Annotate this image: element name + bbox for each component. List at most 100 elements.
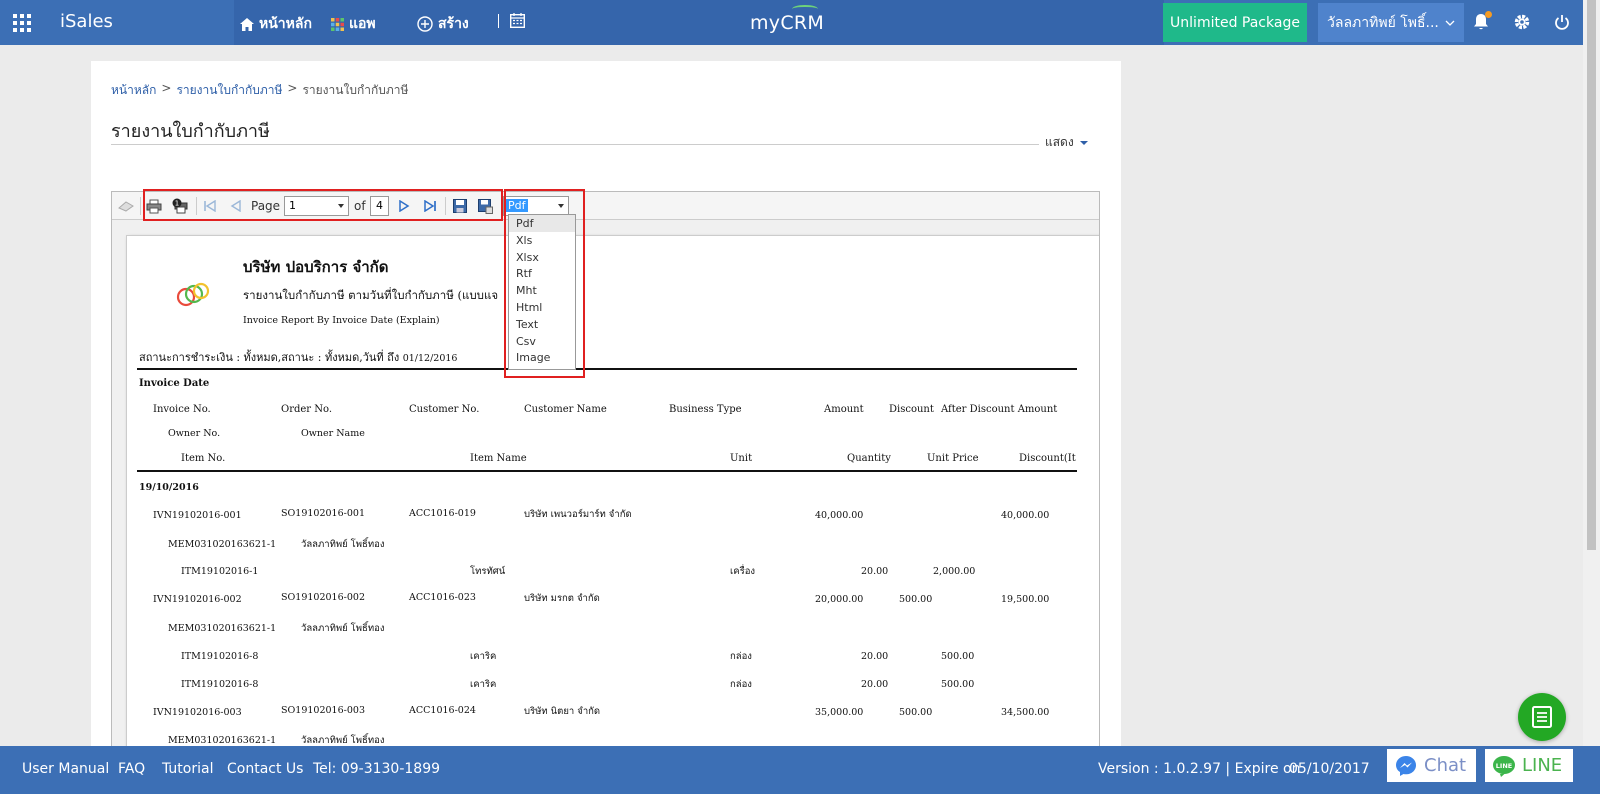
report-viewer: 1 Page 1 of 4 Pdf บริษัท ปอบริการ จำกัด … — [111, 191, 1100, 794]
nav-create[interactable]: สร้าง — [417, 13, 469, 35]
app-launcher-icon[interactable] — [0, 0, 44, 45]
toggle-params-icon[interactable] — [118, 198, 134, 214]
report-divider — [137, 470, 1077, 472]
format-option-xls[interactable]: Xls — [509, 232, 575, 249]
invoice-no: IVN19102016-003 — [153, 707, 242, 718]
user-menu-button[interactable]: วัลลภาทิพย์ โพธิ์... — [1318, 3, 1464, 42]
footer-tutorial-link[interactable]: Tutorial — [162, 761, 213, 777]
footer-user-manual-link[interactable]: User Manual — [22, 761, 109, 777]
col-header-unit: Unit — [730, 453, 753, 464]
nav-home-label: หน้าหลัก — [259, 16, 312, 32]
floating-note-button[interactable] — [1518, 693, 1566, 741]
footer-bar: User Manual FAQ Tutorial Contact Us Tel:… — [0, 746, 1600, 794]
top-navigation-bar: iSales หน้าหลัก แอพ สร้าง myCRM Unlimite… — [0, 0, 1600, 45]
customer-name: บริษัท เพนวอร์มาร์ท จำกัด — [524, 509, 632, 520]
item-quantity: 20.00 — [861, 566, 889, 577]
page-title: รายงานใบกำกับภาษี — [111, 121, 270, 142]
item-name: เคาริค — [470, 679, 497, 690]
col-header-order-no: Order No. — [281, 404, 333, 415]
item-quantity: 20.00 — [861, 679, 889, 690]
amount: 20,000.00 — [815, 594, 864, 605]
format-option-csv[interactable]: Csv — [509, 333, 575, 350]
footer-contact-link[interactable]: Contact Us — [227, 761, 303, 777]
notepad-icon — [1532, 706, 1552, 728]
item-quantity: 20.00 — [861, 651, 889, 662]
col-header-customer-no: Customer No. — [409, 404, 480, 415]
footer-faq-link[interactable]: FAQ — [118, 761, 145, 777]
col-header-invoice-no: Invoice No. — [153, 404, 211, 415]
discount: 500.00 — [899, 594, 933, 605]
report-status-filter: สถานะการชำระเงิน : ทั้งหมด,สถานะ : ทั้งห… — [139, 348, 457, 366]
power-icon[interactable] — [1551, 11, 1573, 33]
mycrm-logo: myCRM — [750, 12, 825, 34]
nav-create-label: สร้าง — [438, 16, 469, 32]
report-subtitle-english: Invoice Report By Invoice Date (Explain) — [243, 315, 440, 326]
logo-swoosh — [792, 5, 818, 13]
nav-home[interactable]: หน้าหลัก — [240, 13, 312, 35]
chat-button[interactable]: Chat — [1387, 749, 1476, 782]
invoice-no: IVN19102016-002 — [153, 594, 242, 605]
item-unit: กล่อง — [730, 679, 752, 690]
page-scrollbar[interactable] — [1583, 0, 1600, 794]
report-divider — [137, 368, 1077, 370]
format-option-html[interactable]: Html — [509, 299, 575, 316]
breadcrumb-home[interactable]: หน้าหลัก — [111, 81, 156, 100]
amount: 35,000.00 — [815, 707, 864, 718]
footer-tel: Tel: 09-3130-1899 — [313, 761, 441, 777]
home-icon — [240, 17, 254, 31]
order-no: SO19102016-001 — [281, 508, 365, 519]
col-header-business-type: Business Type — [669, 404, 742, 415]
content-card: หน้าหลัก > รายงานใบกำกับภาษี > รายงานใบก… — [91, 61, 1121, 794]
discount: 500.00 — [899, 707, 933, 718]
col-header-unit-price: Unit Price — [927, 453, 979, 464]
breadcrumb-report[interactable]: รายงานใบกำกับภาษี — [176, 81, 282, 100]
invoice-no: IVN19102016-001 — [153, 510, 242, 521]
show-dropdown-button[interactable]: แสดง — [1045, 133, 1088, 152]
user-name: วัลลภาทิพย์ โพธิ์... — [1327, 14, 1439, 31]
footer-version: Version : 1.0.2.97 | Expire on — [1098, 761, 1301, 777]
gear-icon[interactable] — [1511, 11, 1533, 33]
toolbar-highlight-box — [143, 189, 503, 221]
item-name: เคาริค — [470, 651, 497, 662]
scrollbar-thumb[interactable] — [1587, 0, 1596, 550]
show-label: แสดง — [1045, 135, 1074, 149]
item-no: ITM19102016-8 — [181, 679, 259, 690]
format-option-text[interactable]: Text — [509, 316, 575, 333]
messenger-icon — [1396, 755, 1416, 776]
item-unit: กล่อง — [730, 651, 752, 662]
owner-name: วัลลภาทิพย์ โพธิ์ทอง — [301, 539, 385, 550]
breadcrumb-separator: > — [287, 81, 298, 95]
status-text: สถานะการชำระเงิน : ทั้งหมด,สถานะ : ทั้งห… — [139, 351, 400, 364]
notification-bell-icon[interactable] — [1470, 11, 1492, 33]
main-nav: หน้าหลัก แอพ สร้าง — [234, 0, 1164, 45]
item-unit-price: 2,000.00 — [933, 566, 976, 577]
format-option-rtf[interactable]: Rtf — [509, 265, 575, 282]
breadcrumb: หน้าหลัก > รายงานใบกำกับภาษี > รายงานใบก… — [111, 81, 408, 100]
item-no: ITM19102016-8 — [181, 651, 259, 662]
after-discount: 40,000.00 — [1001, 510, 1050, 521]
col-header-quantity: Quantity — [847, 453, 891, 464]
report-page: บริษัท ปอบริการ จำกัด รายงานใบกำกับภาษี … — [126, 235, 1099, 793]
owner-no: MEM031020163621-1 — [168, 623, 277, 634]
col-header-item-name: Item Name — [470, 453, 527, 464]
format-option-image[interactable]: Image — [509, 349, 575, 366]
svg-text:LINE: LINE — [1496, 762, 1512, 770]
customer-no: ACC1016-023 — [409, 592, 476, 603]
item-unit-price: 500.00 — [941, 679, 975, 690]
after-discount: 19,500.00 — [1001, 594, 1050, 605]
col-header-item-discount: Discount(It — [1019, 453, 1076, 464]
brand-name[interactable]: iSales — [60, 11, 113, 32]
format-option-mht[interactable]: Mht — [509, 282, 575, 299]
nav-apps[interactable]: แอพ — [331, 13, 376, 35]
owner-name: วัลลภาทิพย์ โพธิ์ทอง — [301, 623, 385, 634]
format-option-xlsx[interactable]: Xlsx — [509, 249, 575, 266]
nav-calendar[interactable] — [510, 13, 525, 28]
breadcrumb-separator: > — [161, 81, 172, 95]
caret-down-icon — [1079, 140, 1088, 145]
title-divider — [111, 144, 1039, 145]
col-header-customer-name: Customer Name — [524, 404, 607, 415]
format-option-pdf[interactable]: Pdf — [509, 215, 575, 232]
unlimited-package-button[interactable]: Unlimited Package — [1163, 3, 1307, 42]
export-format-dropdown: Pdf Xls Xlsx Rtf Mht Html Text Csv Image — [508, 214, 576, 370]
line-button[interactable]: LINE LINE — [1485, 749, 1573, 782]
